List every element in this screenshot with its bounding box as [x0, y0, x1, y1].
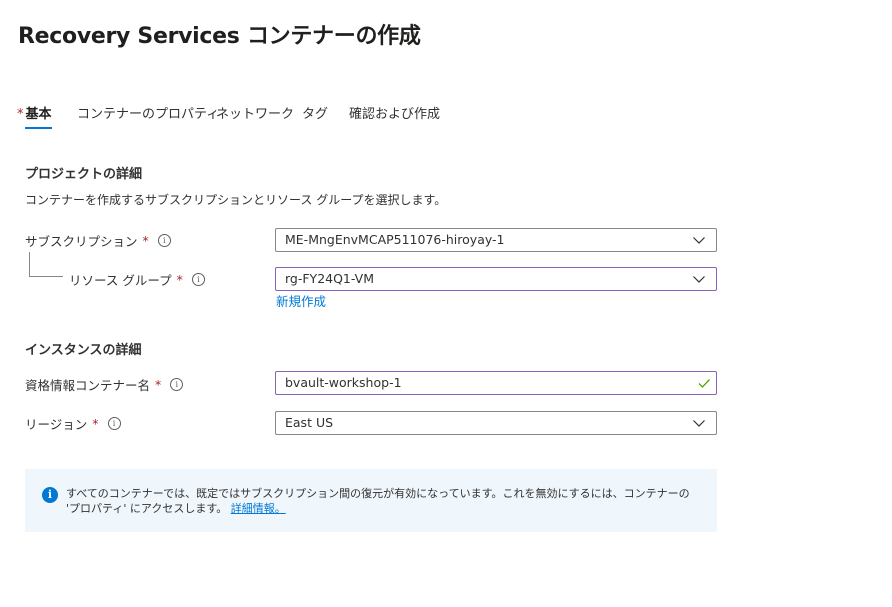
info-banner-text: すべてのコンテナーでは、既定ではサブスクリプション間の復元が有効になっています。…: [66, 486, 702, 516]
chevron-down-icon: [693, 420, 705, 427]
resource-group-label: リソース グループ * i: [69, 270, 205, 289]
tab-basics-label: 基本: [25, 107, 52, 122]
tab-review-create[interactable]: 確認および作成: [349, 103, 440, 129]
required-marker: *: [176, 272, 183, 287]
region-label-text: リージョン: [25, 417, 88, 432]
required-marker: *: [92, 416, 99, 431]
tab-vault-properties[interactable]: コンテナーのプロパティ: [77, 103, 219, 129]
info-icon[interactable]: i: [157, 234, 171, 247]
project-details-heading: プロジェクトの詳細: [25, 167, 143, 182]
info-icon[interactable]: i: [191, 273, 205, 286]
project-details-description: コンテナーを作成するサブスクリプションとリソース グループを選択します。: [25, 193, 447, 207]
learn-more-link[interactable]: 詳細情報。: [231, 502, 286, 515]
resource-group-label-text: リソース グループ: [69, 273, 172, 288]
subscription-label: サブスクリプション * i: [25, 231, 171, 250]
info-icon: i: [42, 487, 58, 503]
subscription-dropdown[interactable]: ME-MngEnvMCAP511076-hiroyay-1: [275, 228, 717, 252]
vault-name-input[interactable]: bvault-workshop-1: [275, 371, 717, 395]
create-new-resource-group-link[interactable]: 新規作成: [276, 291, 326, 310]
active-tab-underline: [25, 127, 52, 129]
info-icon[interactable]: i: [107, 417, 121, 430]
region-dropdown[interactable]: East US: [275, 411, 717, 435]
checkmark-icon: [698, 379, 710, 388]
tab-basics[interactable]: * 基本: [17, 103, 52, 129]
tree-connector: [29, 252, 63, 277]
info-banner: i すべてのコンテナーでは、既定ではサブスクリプション間の復元が有効になっていま…: [25, 469, 717, 532]
required-marker: *: [17, 107, 24, 122]
vault-name-value: bvault-workshop-1: [285, 375, 402, 390]
info-banner-message: すべてのコンテナーでは、既定ではサブスクリプション間の復元が有効になっています。…: [66, 487, 690, 515]
subscription-label-text: サブスクリプション: [25, 234, 138, 249]
region-value: East US: [285, 415, 334, 430]
more-actions-button[interactable]: ···: [399, 24, 417, 43]
instance-details-heading: インスタンスの詳細: [25, 343, 142, 358]
required-marker: *: [142, 233, 149, 248]
chevron-down-icon: [693, 237, 705, 244]
resource-group-dropdown[interactable]: rg-FY24Q1-VM: [275, 267, 717, 291]
region-label: リージョン * i: [25, 414, 121, 433]
resource-group-value: rg-FY24Q1-VM: [285, 271, 375, 286]
chevron-down-icon: [693, 276, 705, 283]
subscription-value: ME-MngEnvMCAP511076-hiroyay-1: [285, 232, 505, 247]
tab-tags[interactable]: タグ: [302, 103, 328, 129]
vault-name-label-text: 資格情報コンテナー名: [25, 378, 151, 393]
page-title: Recovery Services コンテナーの作成: [18, 24, 421, 49]
vault-name-label: 資格情報コンテナー名 * i: [25, 375, 184, 394]
tab-networking[interactable]: ネットワーク: [216, 103, 294, 129]
required-marker: *: [155, 377, 162, 392]
info-icon[interactable]: i: [170, 378, 184, 391]
